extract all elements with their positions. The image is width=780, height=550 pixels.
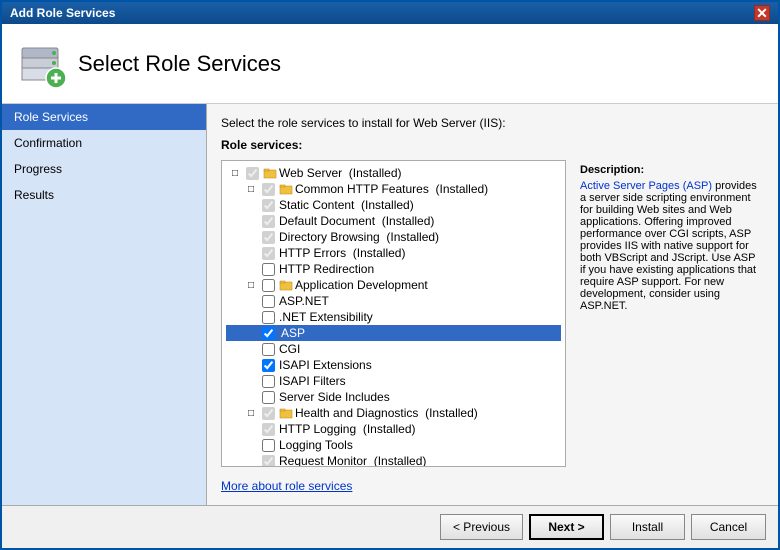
tree-node-app-dev: □ Application Development [226,277,561,293]
tree-panel[interactable]: □ Web Server (Installed) □ Common HTTP F… [221,160,566,467]
tree-node-web-server: □ Web Server (Installed) [226,165,561,181]
cb-ssi[interactable] [262,391,275,404]
sidebar-item-confirmation[interactable]: Confirmation [2,130,206,156]
cb-isapi-filters[interactable] [262,375,275,388]
role-services-label: Role services: [221,138,764,152]
expand-icon-health-diag[interactable]: □ [244,406,258,420]
header-area: Select Role Services [2,24,778,104]
tree-node-logging-tools: Logging Tools [226,437,561,453]
tree-node-asp[interactable]: ASP [226,325,561,341]
cb-logging-tools[interactable] [262,439,275,452]
cb-http-redirect[interactable] [262,263,275,276]
more-about-link[interactable]: More about role services [221,479,352,493]
expand-icon-app-dev[interactable]: □ [244,278,258,292]
cb-static-content[interactable] [262,199,275,212]
tree-node-ssi: Server Side Includes [226,389,561,405]
cb-aspnet[interactable] [262,295,275,308]
tree-node-req-monitor: Request Monitor (Installed) [226,453,561,467]
tree-node-static-content: Static Content (Installed) [226,197,561,213]
tree-node-default-doc: Default Document (Installed) [226,213,561,229]
close-button[interactable]: ✕ [754,5,770,21]
tree-node-cgi: CGI [226,341,561,357]
tree-node-net-ext: .NET Extensibility [226,309,561,325]
tree-node-http-redirect: HTTP Redirection [226,261,561,277]
content-panels: □ Web Server (Installed) □ Common HTTP F… [221,160,764,467]
footer: < Previous Next > Install Cancel [2,505,778,548]
tree-node-aspnet: ASP.NET [226,293,561,309]
description-panel: Description: Active Server Pages (ASP) p… [574,160,764,467]
folder-icon-app-dev [279,278,293,292]
cb-http-errors[interactable] [262,247,275,260]
tree-node-health-diag: □ Health and Diagnostics (Installed) [226,405,561,421]
cb-web-server[interactable] [246,167,259,180]
sidebar-item-progress[interactable]: Progress [2,156,206,182]
tree-node-isapi-ext: ISAPI Extensions [226,357,561,373]
cb-common-http[interactable] [262,183,275,196]
description-body: Active Server Pages (ASP) provides a ser… [580,180,758,312]
main-content: Role Services Confirmation Progress Resu… [2,104,778,505]
asp-link[interactable]: Active Server Pages (ASP) [580,180,712,192]
sidebar-item-role-services[interactable]: Role Services [2,104,206,130]
cb-app-dev[interactable] [262,279,275,292]
header-icon [18,40,66,88]
folder-icon-common-http [279,182,293,196]
cb-http-logging[interactable] [262,423,275,436]
cb-isapi-ext[interactable] [262,359,275,372]
prev-button[interactable]: < Previous [440,514,523,540]
sidebar-item-results[interactable]: Results [2,182,206,208]
title-bar: Add Role Services ✕ [2,2,778,24]
cb-asp[interactable] [262,327,275,340]
sidebar: Role Services Confirmation Progress Resu… [2,104,207,505]
more-link-container: More about role services [221,479,764,493]
tree-node-http-errors: HTTP Errors (Installed) [226,245,561,261]
tree-node-common-http: □ Common HTTP Features (Installed) [226,181,561,197]
cb-req-monitor[interactable] [262,455,275,468]
instruction-text: Select the role services to install for … [221,116,764,130]
install-button[interactable]: Install [610,514,685,540]
folder-icon-web-server [263,166,277,180]
cb-default-doc[interactable] [262,215,275,228]
cb-net-ext[interactable] [262,311,275,324]
folder-icon-health-diag [279,406,293,420]
description-title: Description: [580,164,758,176]
cancel-button[interactable]: Cancel [691,514,766,540]
expand-icon-web-server[interactable]: □ [228,166,242,180]
cb-cgi[interactable] [262,343,275,356]
expand-icon-common-http[interactable]: □ [244,182,258,196]
window-title: Add Role Services [10,6,115,20]
tree-node-dir-browsing: Directory Browsing (Installed) [226,229,561,245]
cb-health-diag[interactable] [262,407,275,420]
description-body-text: provides a server side scripting environ… [580,180,757,312]
tree-node-http-logging: HTTP Logging (Installed) [226,421,561,437]
add-role-services-window: Add Role Services ✕ Select Role Services [0,0,780,550]
tree-node-isapi-filters: ISAPI Filters [226,373,561,389]
next-button[interactable]: Next > [529,514,604,540]
cb-dir-browsing[interactable] [262,231,275,244]
content-area: Select the role services to install for … [207,104,778,505]
page-title: Select Role Services [78,51,281,77]
